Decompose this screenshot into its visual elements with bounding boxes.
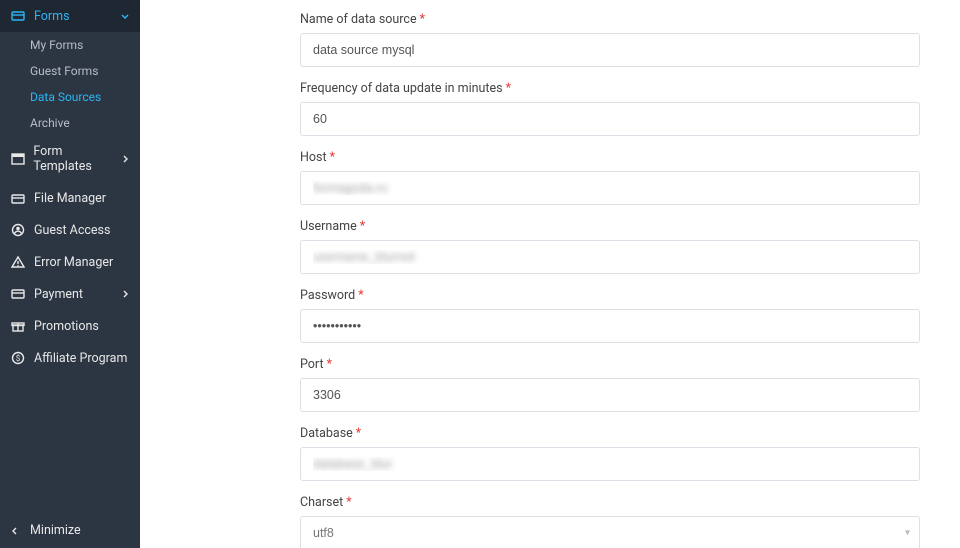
warning-icon bbox=[10, 254, 26, 270]
sidebar-item-label: Error Manager bbox=[34, 255, 113, 270]
port-input[interactable] bbox=[300, 378, 920, 412]
chevron-left-icon bbox=[10, 526, 20, 536]
username-input[interactable] bbox=[300, 240, 920, 274]
gift-icon bbox=[10, 318, 26, 334]
file-icon bbox=[10, 190, 26, 206]
host-label: Host* bbox=[300, 150, 335, 165]
user-icon bbox=[10, 222, 26, 238]
main-content: Name of data source* Frequency of data u… bbox=[140, 0, 960, 548]
chevron-right-icon bbox=[120, 154, 130, 164]
sidebar-sub-data-sources[interactable]: Data Sources bbox=[0, 84, 140, 110]
forms-icon bbox=[10, 8, 26, 24]
sidebar-item-promotions[interactable]: Promotions bbox=[0, 310, 140, 342]
sidebar-item-form-templates[interactable]: Form Templates bbox=[0, 136, 140, 182]
dollar-icon: $ bbox=[10, 350, 26, 366]
sidebar-item-label: Affiliate Program bbox=[34, 351, 127, 366]
chevron-right-icon bbox=[120, 289, 130, 299]
freq-input[interactable] bbox=[300, 102, 920, 136]
database-label: Database* bbox=[300, 426, 361, 441]
username-label: Username* bbox=[300, 219, 365, 234]
sidebar-item-label: Promotions bbox=[34, 319, 99, 334]
sidebar-item-file-manager[interactable]: File Manager bbox=[0, 182, 140, 214]
payment-icon bbox=[10, 286, 26, 302]
sidebar-sub-my-forms[interactable]: My Forms bbox=[0, 32, 140, 58]
database-input[interactable] bbox=[300, 447, 920, 481]
sidebar-sub-guest-forms[interactable]: Guest Forms bbox=[0, 58, 140, 84]
sidebar: Forms My Forms Guest Forms Data Sources … bbox=[0, 0, 140, 548]
password-label: Password* bbox=[300, 288, 364, 303]
sidebar-item-label: Payment bbox=[34, 287, 83, 302]
sidebar-item-error-manager[interactable]: Error Manager bbox=[0, 246, 140, 278]
password-input[interactable] bbox=[300, 309, 920, 343]
sidebar-item-guest-access[interactable]: Guest Access bbox=[0, 214, 140, 246]
port-label: Port* bbox=[300, 357, 332, 372]
templates-icon bbox=[10, 151, 25, 167]
sidebar-item-forms[interactable]: Forms bbox=[0, 0, 140, 32]
sidebar-item-label: Guest Access bbox=[34, 223, 110, 238]
svg-text:$: $ bbox=[16, 354, 21, 363]
host-input[interactable] bbox=[300, 171, 920, 205]
chevron-down-icon bbox=[120, 11, 130, 21]
sidebar-sub-archive[interactable]: Archive bbox=[0, 110, 140, 136]
sidebar-item-label: Form Templates bbox=[33, 144, 120, 174]
name-label: Name of data source* bbox=[300, 12, 425, 27]
charset-select[interactable] bbox=[300, 516, 920, 548]
name-input[interactable] bbox=[300, 33, 920, 67]
sidebar-minimize[interactable]: Minimize bbox=[0, 513, 140, 548]
charset-label: Charset* bbox=[300, 495, 352, 510]
sidebar-item-label: Forms bbox=[34, 9, 70, 24]
sidebar-item-payment[interactable]: Payment bbox=[0, 278, 140, 310]
freq-label: Frequency of data update in minutes* bbox=[300, 81, 511, 96]
sidebar-item-affiliate[interactable]: $ Affiliate Program bbox=[0, 342, 140, 374]
sidebar-item-label: File Manager bbox=[34, 191, 106, 206]
minimize-label: Minimize bbox=[30, 523, 81, 538]
